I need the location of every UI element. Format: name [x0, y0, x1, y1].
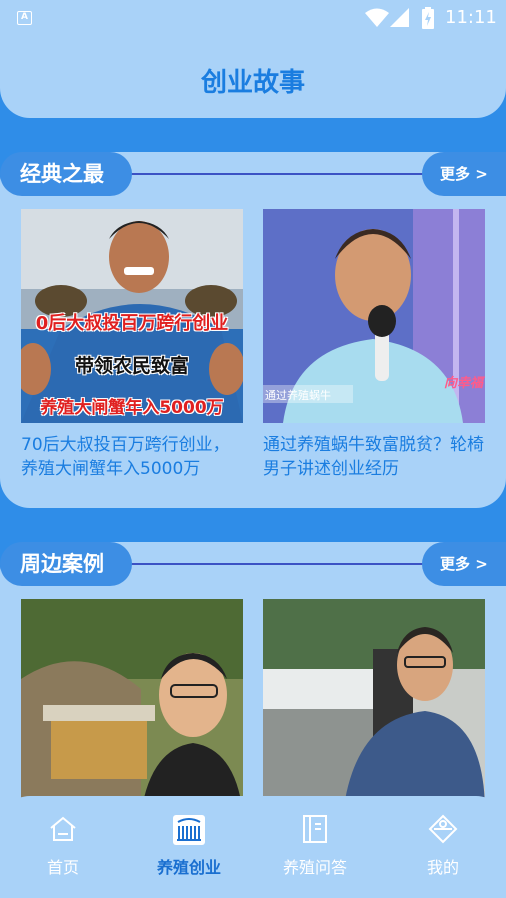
- profile-icon: [428, 814, 458, 844]
- story-card[interactable]: [263, 599, 485, 813]
- more-button[interactable]: 更多 >: [422, 542, 506, 586]
- section-divider: [128, 173, 428, 175]
- status-time: 11:11: [445, 7, 497, 28]
- story-thumbnail[interactable]: [21, 599, 243, 813]
- overlay-text: 0后大叔投百万跨行创业: [35, 313, 229, 334]
- nav-home[interactable]: 首页: [0, 814, 126, 878]
- nav-profile[interactable]: 我的: [380, 814, 506, 878]
- story-card[interactable]: [21, 599, 243, 813]
- outdoor-interview-image: [263, 599, 485, 813]
- farm-icon: [173, 815, 205, 845]
- nav-label: 养殖问答: [282, 858, 347, 877]
- overlay-text: 通过养殖蜗牛: [265, 389, 331, 402]
- more-button[interactable]: 更多 >: [422, 152, 506, 196]
- wifi-icon: [365, 8, 389, 27]
- section-title: 经典之最: [0, 152, 132, 196]
- overlay-text: 带领农民致富: [74, 355, 189, 377]
- story-thumbnail[interactable]: 通过养殖蜗牛 向幸福: [263, 209, 485, 423]
- nav-label: 我的: [426, 858, 459, 877]
- story-caption[interactable]: 通过养殖蜗牛致富脱贫？轮椅男子讲述创业经历: [263, 433, 485, 481]
- story-card[interactable]: 0后大叔投百万跨行创业 带领农民致富 养殖大闸蟹年入5000万 70后大叔投百万…: [21, 209, 243, 481]
- story-caption[interactable]: 70后大叔投百万跨行创业，养殖大闸蟹年入5000万: [21, 433, 243, 481]
- overlay-text: 养殖大闸蟹年入5000万: [40, 398, 224, 418]
- beekeeper-image: [21, 599, 243, 813]
- story-thumbnail[interactable]: [263, 599, 485, 813]
- story-thumbnail[interactable]: 0后大叔投百万跨行创业 带领农民致富 养殖大闸蟹年入5000万: [21, 209, 243, 423]
- notification-icon: A: [17, 11, 32, 25]
- signal-icon: [390, 8, 409, 27]
- section-divider: [128, 563, 428, 565]
- book-icon: [303, 815, 327, 843]
- nav-label: 养殖创业: [156, 858, 221, 877]
- home-icon: [50, 816, 76, 841]
- nav-farming[interactable]: 养殖创业: [126, 814, 252, 878]
- overlay-text: 向幸福: [443, 376, 483, 391]
- status-bar: A 11:11: [0, 0, 506, 36]
- header: A 11:11 创业故事: [0, 0, 506, 118]
- bottom-nav: 首页 养殖创业 养殖问答 我的: [0, 796, 506, 898]
- nav-qa[interactable]: 养殖问答: [252, 814, 378, 878]
- section-title: 周边案例: [0, 542, 132, 586]
- page-title: 创业故事: [200, 68, 305, 98]
- battery-icon: [422, 7, 434, 29]
- story-card[interactable]: 通过养殖蜗牛 向幸福 通过养殖蜗牛致富脱贫？轮椅男子讲述创业经历: [263, 209, 485, 481]
- section-classic: 经典之最 更多 > 0后大叔投百万跨行创业 带领农民致富 养殖大闸蟹年入5000…: [0, 152, 506, 508]
- nav-label: 首页: [46, 858, 79, 877]
